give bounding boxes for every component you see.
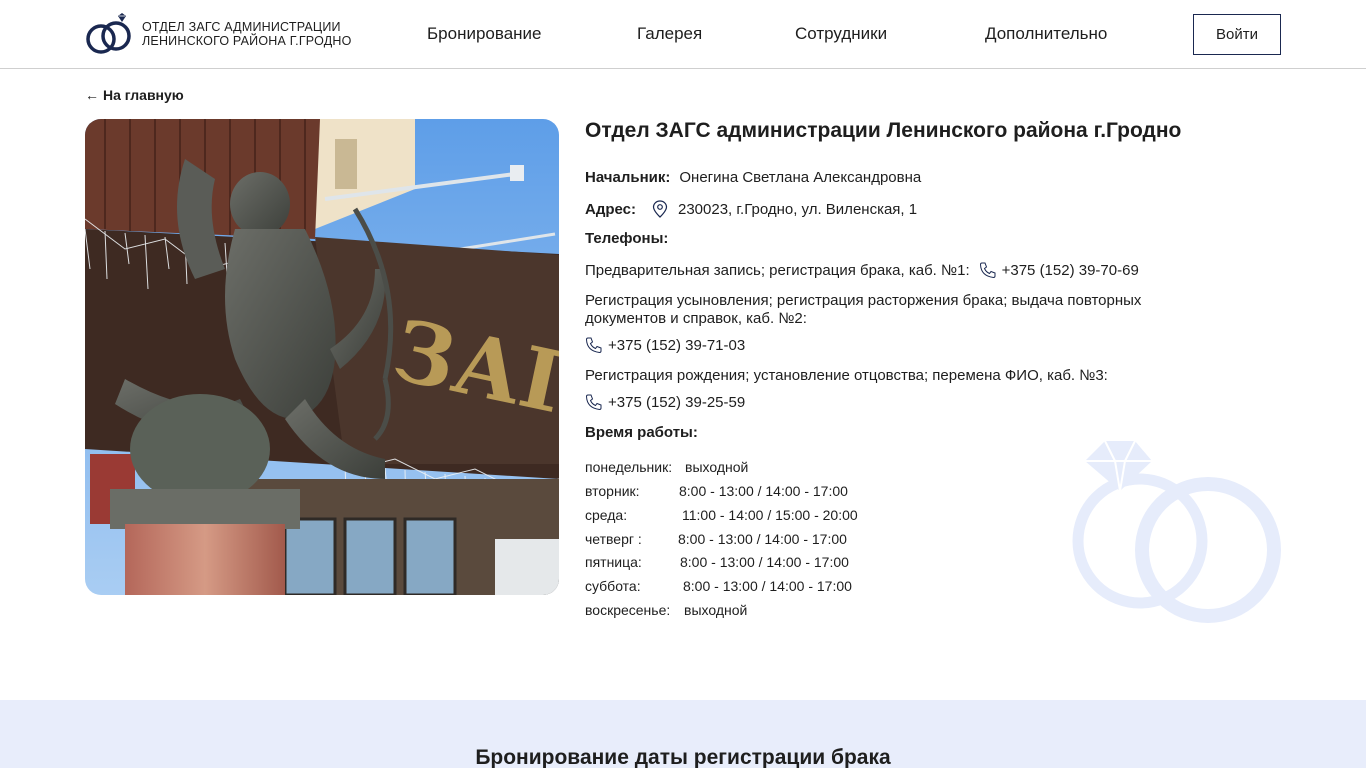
phone2-number[interactable]: +375 (152) 39-71-03 <box>608 337 745 354</box>
head-name: Онегина Светлана Александровна <box>679 169 922 186</box>
schedule-day: среда: <box>585 507 628 523</box>
address-label: Адрес: <box>585 200 636 218</box>
booking-section-title: Бронирование даты регистрации брака <box>475 746 891 768</box>
schedule-day: четверг : <box>585 531 642 547</box>
phones-label: Телефоны: <box>585 230 669 247</box>
nav-booking[interactable]: Бронирование <box>427 24 542 44</box>
schedule-time: 8:00 - 13:00 / 14:00 - 17:00 <box>680 554 849 570</box>
phone-icon <box>585 336 603 354</box>
back-to-home-link[interactable]: ← На главную <box>85 87 184 103</box>
office-title: Отдел ЗАГС администрации Ленинского райо… <box>585 119 1182 142</box>
schedule-day: пятница: <box>585 554 642 570</box>
schedule-time: 8:00 - 13:00 / 14:00 - 17:00 <box>679 483 848 499</box>
schedule-day: вторник: <box>585 483 640 499</box>
address-value: 230023, г.Гродно, ул. Виленская, 1 <box>678 200 918 218</box>
phone1-number[interactable]: +375 (152) 39-70-69 <box>1002 262 1139 279</box>
schedule-time: 8:00 - 13:00 / 14:00 - 17:00 <box>678 531 847 547</box>
site-logo-text[interactable]: ОТДЕЛ ЗАГС АДМИНИСТРАЦИИ ЛЕНИНСКОГО РАЙО… <box>142 20 352 48</box>
schedule-row: понедельник: выходной <box>585 459 748 475</box>
rings-logo-icon[interactable] <box>85 13 135 57</box>
schedule-row: пятница: 8:00 - 13:00 / 14:00 - 17:00 <box>585 554 849 570</box>
schedule-time: выходной <box>685 459 749 475</box>
schedule-row: воскресенье: выходной <box>585 602 747 618</box>
schedule-row: вторник: 8:00 - 13:00 / 14:00 - 17:00 <box>585 483 848 499</box>
schedule-time: выходной <box>684 602 748 618</box>
phone1-description: Предварительная запись; регистрация брак… <box>585 261 970 279</box>
schedule-time: 8:00 - 13:00 / 14:00 - 17:00 <box>683 578 852 594</box>
schedule-row: среда: 11:00 - 14:00 / 15:00 - 20:00 <box>585 507 858 523</box>
booking-section: Бронирование даты регистрации брака <box>0 700 1366 768</box>
phone3-description: Регистрация рождения; установление отцов… <box>585 367 1108 384</box>
map-pin-icon <box>652 200 670 218</box>
hours-label: Время работы: <box>585 424 698 441</box>
phone3-row: +375 (152) 39-25-59 <box>585 393 745 411</box>
schedule-row: четверг : 8:00 - 13:00 / 14:00 - 17:00 <box>585 531 847 547</box>
nav-gallery[interactable]: Галерея <box>637 24 702 44</box>
phone1-row: Предварительная запись; регистрация брак… <box>585 261 1139 279</box>
logo-line-2: ЛЕНИНСКОГО РАЙОНА Г.ГРОДНО <box>142 34 352 48</box>
schedule-day: понедельник: <box>585 459 673 475</box>
head-row: Начальник: Онегина Светлана Александровн… <box>585 169 921 186</box>
nav-staff[interactable]: Сотрудники <box>795 24 887 44</box>
phone-icon <box>585 393 603 411</box>
head-label: Начальник: <box>585 169 671 186</box>
phone-icon <box>979 261 997 279</box>
arrow-left-icon: ← <box>85 87 99 103</box>
nav-more[interactable]: Дополнительно <box>985 24 1107 44</box>
schedule-row: суббота: 8:00 - 13:00 / 14:00 - 17:00 <box>585 578 852 594</box>
back-link-label: На главную <box>103 87 184 103</box>
schedule-time: 11:00 - 14:00 / 15:00 - 20:00 <box>682 507 858 523</box>
phones-header-row: Телефоны: <box>585 230 677 247</box>
phone2-row: +375 (152) 39-71-03 <box>585 336 745 354</box>
registry-office-photo: ЗАГС <box>85 119 559 595</box>
wedding-rings-watermark-icon <box>1070 436 1285 626</box>
site-header: ОТДЕЛ ЗАГС АДМИНИСТРАЦИИ ЛЕНИНСКОГО РАЙО… <box>0 0 1366 69</box>
address-row: Адрес: 230023, г.Гродно, ул. Виленская, … <box>585 200 917 218</box>
login-button[interactable]: Войти <box>1193 14 1281 55</box>
logo-line-1: ОТДЕЛ ЗАГС АДМИНИСТРАЦИИ <box>142 20 341 34</box>
phone3-number[interactable]: +375 (152) 39-25-59 <box>608 394 745 411</box>
schedule-day: суббота: <box>585 578 641 594</box>
hours-header-row: Время работы: <box>585 424 707 441</box>
phone2-description: Регистрация усыновления; регистрация рас… <box>585 292 1142 327</box>
schedule-day: воскресенье: <box>585 602 671 618</box>
